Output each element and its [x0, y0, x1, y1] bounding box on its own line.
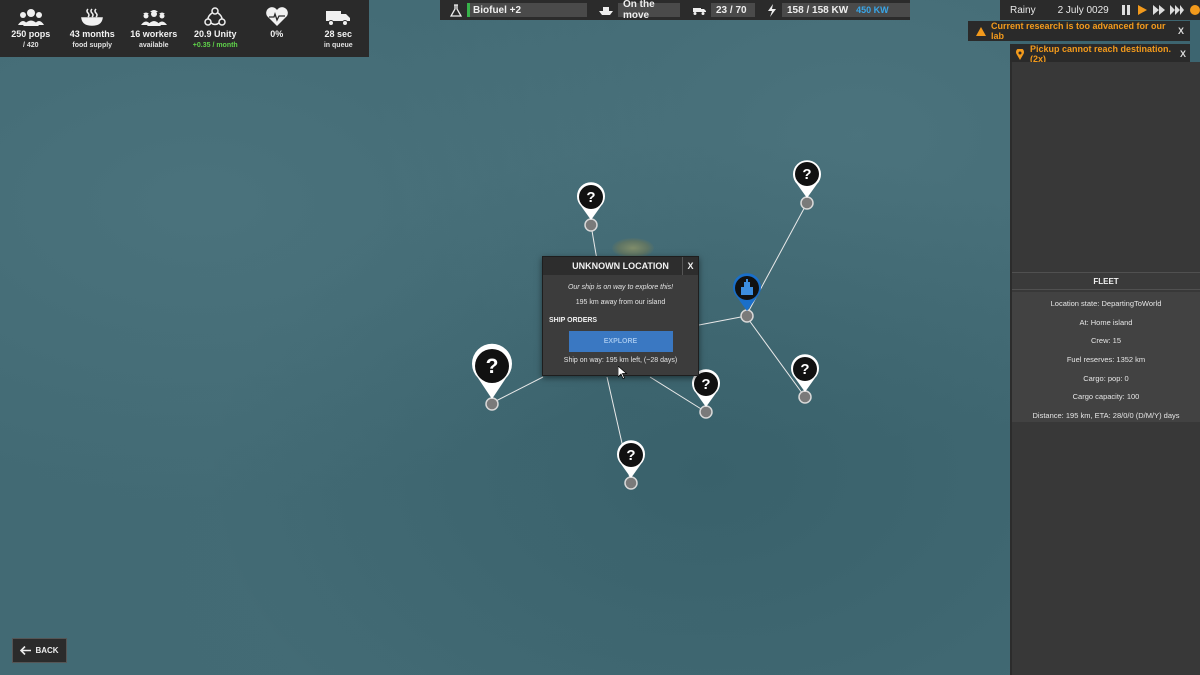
stat-value: 0%	[270, 29, 284, 39]
stat-population[interactable]: 250 pops / 420	[0, 0, 62, 57]
weather-label: Rainy	[1010, 4, 1036, 16]
notification-research[interactable]: Current research is too advanced for our…	[968, 21, 1190, 41]
stat-sub: in queue	[323, 42, 353, 49]
food-bowl-icon	[81, 7, 104, 27]
close-icon[interactable]: X	[1178, 26, 1184, 36]
power-value: 158 / 158 KW	[787, 4, 849, 16]
question-icon: ?	[486, 355, 499, 378]
island-icon	[612, 238, 654, 258]
fleet-at: At: Home island	[1079, 317, 1133, 327]
stat-sub: food supply	[72, 42, 113, 49]
explore-button[interactable]: EXPLORE	[568, 331, 673, 352]
unity-icon	[204, 7, 226, 27]
route-lines	[491, 202, 808, 484]
flask-icon	[450, 3, 462, 17]
time-weather-bar: Rainy 2 July 0029	[1000, 0, 1200, 20]
workers-icon	[140, 7, 167, 27]
question-icon: ?	[586, 189, 595, 206]
vehicle-count[interactable]: 23 / 70	[711, 3, 755, 17]
fleet-cargo: Cargo: pop: 0	[1083, 373, 1129, 383]
fleet-distance: Distance: 195 km, ETA: 28/0/0 (D/M/Y) da…	[1032, 411, 1180, 421]
world-map[interactable]: ? ? ? ? ? ?	[0, 0, 1010, 675]
stat-value: 250 pops	[11, 29, 51, 39]
stat-food[interactable]: 43 months food supply	[62, 0, 124, 57]
stat-workers[interactable]: 16 workers available	[123, 0, 185, 57]
vehicle-icon	[692, 5, 706, 15]
unknown-location-pin[interactable]: ?	[614, 438, 648, 497]
power-extra: 450 KW	[856, 5, 889, 15]
biofuel-indicator[interactable]: Biofuel +2	[467, 3, 587, 17]
resource-bar: Biofuel +2 On the move 23 / 70 158 / 158…	[440, 0, 910, 21]
fleet-header: FLEET	[1012, 272, 1200, 290]
unknown-location-pin[interactable]: ?	[789, 352, 823, 411]
fleet-info: Location state: DepartingToWorld At: Hom…	[1012, 292, 1200, 422]
unknown-location-popup: UNKNOWN LOCATION X Our ship is on way to…	[542, 256, 699, 376]
date-label: 2 July 0029	[1057, 4, 1109, 16]
notification-pickup[interactable]: Pickup cannot reach destination. (2x) X	[1010, 44, 1190, 64]
stat-value: 28 sec	[324, 29, 353, 39]
notification-text: Current research is too advanced for our…	[991, 21, 1166, 41]
popup-distance-text: 195 km away from our island	[575, 299, 666, 306]
back-label: BACK	[35, 646, 59, 655]
ship-on-way-text: Ship on way: 195 km left, (~28 days)	[563, 357, 678, 364]
fastest-forward-icon[interactable]	[1169, 5, 1184, 15]
stat-sub: / 420	[22, 42, 39, 49]
pause-icon[interactable]	[1121, 5, 1131, 15]
close-icon[interactable]: X	[1180, 49, 1186, 59]
stat-unity[interactable]: 20.9 Unity +0.35 / month	[185, 0, 247, 57]
question-icon: ?	[800, 361, 809, 378]
question-icon: ?	[626, 447, 635, 464]
notification-text: Pickup cannot reach destination. (2x)	[1030, 44, 1172, 64]
location-pin-icon	[1016, 48, 1024, 60]
ship-status[interactable]: On the move	[618, 0, 680, 21]
stat-value: 43 months	[69, 29, 115, 39]
alert-icon[interactable]	[1189, 5, 1200, 15]
unknown-location-pin[interactable]: ?	[790, 157, 824, 216]
selected-location-pin[interactable]: ?	[469, 343, 515, 418]
power-indicator[interactable]: 158 / 158 KW 450 KW	[782, 3, 910, 17]
fast-forward-icon[interactable]	[1152, 5, 1165, 15]
unknown-location-pin[interactable]: ?	[574, 180, 608, 239]
popup-close-button[interactable]: X	[682, 257, 698, 275]
popup-title: UNKNOWN LOCATION	[572, 261, 669, 271]
fleet-cargo-capacity: Cargo capacity: 100	[1072, 392, 1140, 402]
popup-header: UNKNOWN LOCATION X	[543, 257, 698, 275]
arrow-left-icon	[20, 646, 32, 655]
ship-orders-label: SHIP ORDERS	[549, 317, 598, 324]
home-island-pin[interactable]	[730, 271, 764, 330]
fleet-location-state: Location state: DepartingToWorld	[1050, 299, 1162, 308]
population-icon	[17, 7, 44, 27]
truck-icon	[325, 7, 351, 27]
fleet-fuel: Fuel reserves: 1352 km	[1066, 355, 1146, 365]
stat-health[interactable]: 0%	[246, 0, 308, 57]
stat-sub: available	[138, 42, 169, 49]
warning-icon	[976, 26, 986, 36]
question-icon: ?	[701, 376, 710, 393]
popup-status-text: Our ship is on way to explore this!	[567, 284, 674, 291]
play-icon[interactable]	[1137, 5, 1147, 15]
lightning-icon	[767, 3, 777, 17]
ship-icon	[599, 5, 613, 15]
stat-value: 20.9 Unity	[193, 29, 237, 39]
mouse-cursor-icon	[617, 365, 628, 384]
fleet-crew: Crew: 15	[1090, 336, 1121, 346]
back-button[interactable]: BACK	[12, 638, 67, 663]
stat-queue[interactable]: 28 sec in queue	[308, 0, 370, 57]
question-icon: ?	[802, 166, 811, 183]
stat-value: 16 workers	[130, 29, 178, 39]
heart-icon	[265, 7, 289, 27]
stats-bar: 250 pops / 420 43 months food supply 16 …	[0, 0, 369, 57]
stat-sub: +0.35 / month	[192, 42, 238, 49]
